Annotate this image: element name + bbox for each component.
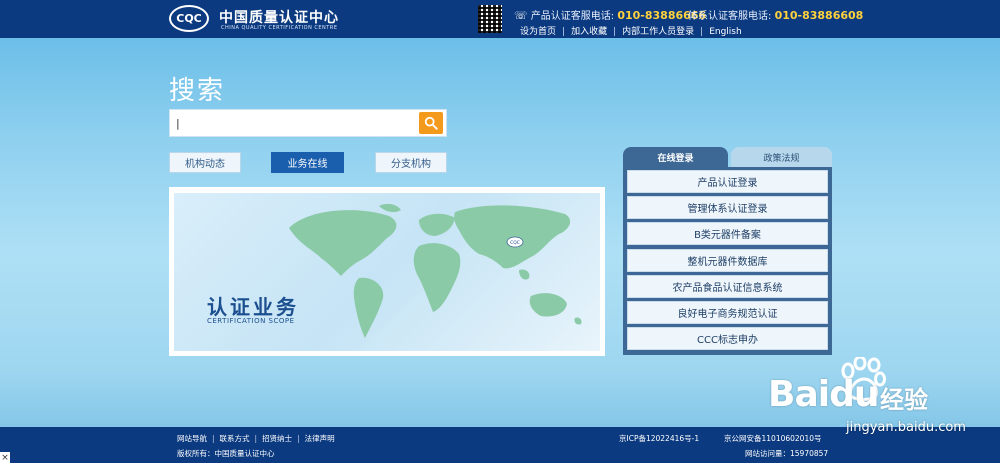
visits-value: 15970857	[790, 449, 829, 458]
search-input[interactable]	[176, 113, 412, 133]
visit-counter: 网站访问量：15970857	[745, 448, 828, 459]
ccc-mark-application-button[interactable]: CCC标志申办	[627, 327, 828, 351]
class-b-components-button[interactable]: B类元器件备案	[627, 222, 828, 246]
hotline-system-label: 体系认证客服电话:	[688, 11, 772, 22]
search-icon	[424, 116, 438, 130]
contact-link[interactable]: 联系方式	[220, 434, 250, 443]
site-map-link[interactable]: 网站导航	[177, 434, 207, 443]
watermark-brand-cn: 经验	[880, 386, 928, 414]
tab-online-login[interactable]: 在线登录	[623, 147, 728, 167]
careers-link[interactable]: 招贤纳士	[262, 434, 292, 443]
agri-food-cert-system-button[interactable]: 农产品食品认证信息系统	[627, 274, 828, 298]
search-box	[169, 109, 447, 137]
legal-link[interactable]: 法律声明	[305, 434, 335, 443]
banner-title: 认证业务	[207, 295, 299, 319]
hotline-system-number: 010-83886608	[774, 9, 864, 22]
cqc-logo[interactable]: CQC	[169, 5, 209, 32]
separator: |	[700, 27, 704, 37]
english-link[interactable]: English	[709, 27, 742, 37]
hotline-product: ☏ 产品认证客服电话: 010-83886666	[514, 7, 706, 22]
tab-branches[interactable]: 分支机构	[375, 152, 447, 173]
tab-policy-regulations[interactable]: 政策法规	[731, 147, 832, 167]
brand-name-en: CHINA QUALITY CERTIFICATION CENTRE	[221, 25, 338, 31]
police-record[interactable]: 京公网安备11010602010号	[724, 433, 822, 444]
icp-license[interactable]: 京ICP备12022416号-1	[619, 433, 699, 444]
visits-label: 网站访问量：	[745, 449, 790, 458]
search-button[interactable]	[419, 112, 443, 134]
close-icon[interactable]: ×	[0, 452, 10, 463]
banner-subtitle: CERTIFICATION SCOPE	[207, 317, 295, 325]
copyright-text: 版权所有：中国质量认证中心	[177, 449, 275, 458]
top-links: 设为首页 | 加入收藏 | 内部工作人员登录 | English	[520, 24, 742, 37]
certification-banner[interactable]: CQC 认证业务 CERTIFICATION SCOPE	[169, 187, 605, 356]
set-homepage-link[interactable]: 设为首页	[520, 27, 556, 37]
search-title: 搜索	[169, 76, 226, 106]
tab-business-online[interactable]: 业务在线	[271, 152, 344, 173]
separator: |	[297, 434, 300, 443]
hotline-product-label: 产品认证客服电话:	[530, 11, 615, 22]
management-system-login-button[interactable]: 管理体系认证登录	[627, 196, 828, 220]
banner-image: CQC 认证业务 CERTIFICATION SCOPE	[174, 193, 600, 351]
hotline-system: 体系认证客服电话: 010-83886608	[688, 7, 863, 22]
world-map-image: CQC	[289, 203, 582, 338]
phone-icon: ☏	[514, 9, 528, 22]
tab-agency-news[interactable]: 机构动态	[169, 152, 241, 173]
watermark-brand: Baidu	[768, 374, 879, 415]
separator: |	[212, 434, 215, 443]
separator: |	[613, 27, 617, 37]
add-favorite-link[interactable]: 加入收藏	[571, 27, 607, 37]
ecommerce-cert-button[interactable]: 良好电子商务规范认证	[627, 300, 828, 324]
staff-login-link[interactable]: 内部工作人员登录	[622, 27, 694, 37]
separator: |	[254, 434, 258, 443]
separator: |	[562, 27, 566, 37]
footer-links: 网站导航 | 联系方式 | 招贤纳士 | 法律声明	[177, 433, 335, 444]
components-database-button[interactable]: 整机元器件数据库	[627, 248, 828, 272]
product-cert-login-button[interactable]: 产品认证登录	[627, 170, 828, 193]
watermark-url: jingyan.baidu.com	[846, 420, 966, 435]
online-login-panel: 在线登录 政策法规 产品认证登录 管理体系认证登录 B类元器件备案 整机元器件数…	[623, 147, 832, 355]
qr-code-icon[interactable]	[478, 5, 502, 33]
login-button-list: 产品认证登录 管理体系认证登录 B类元器件备案 整机元器件数据库 农产品食品认证…	[623, 167, 832, 355]
brand-name-cn: 中国质量认证中心	[219, 10, 339, 26]
map-cqc-badge: CQC	[510, 240, 520, 246]
